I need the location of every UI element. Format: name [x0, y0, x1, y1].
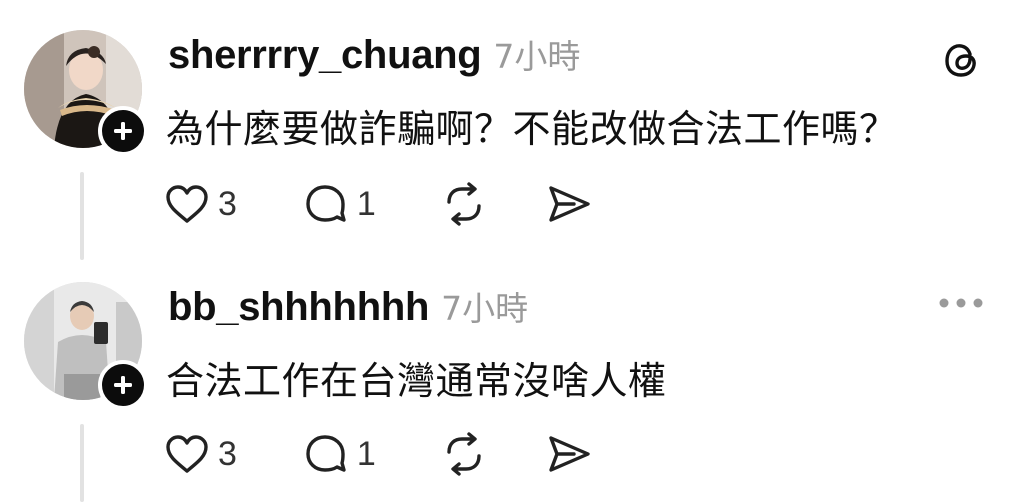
reply-count: 1 [356, 184, 376, 223]
post-1: sherrrry_chuang 7小時 為什麼要做詐騙啊？不能改做合法工作嗎？ … [0, 0, 1024, 260]
post-2: bb_shhhhhhh 7小時 合法工作在台灣通常沒啥人權 3 1 [0, 260, 1024, 502]
share-icon [549, 436, 590, 472]
share-button[interactable] [546, 430, 592, 478]
username[interactable]: bb_shhhhhhh [168, 285, 429, 330]
share-button[interactable] [546, 180, 592, 228]
follow-plus-button[interactable] [98, 360, 148, 410]
username[interactable]: sherrrry_chuang [168, 33, 482, 78]
plus-icon [114, 376, 132, 394]
timestamp: 7小時 [493, 37, 581, 76]
follow-plus-button[interactable] [98, 106, 148, 156]
more-options-icon[interactable] [936, 288, 986, 318]
threads-reply-list: sherrrry_chuang 7小時 為什麼要做詐騙啊？不能改做合法工作嗎？ … [0, 0, 1024, 502]
like-count: 3 [218, 184, 237, 223]
plus-icon [114, 122, 132, 140]
timestamp: 7小時 [441, 289, 529, 328]
repost-icon [447, 432, 481, 476]
action-bar: 3 1 [164, 430, 592, 478]
post-header: sherrrry_chuang 7小時 [168, 30, 580, 78]
threads-logo-icon[interactable] [940, 38, 984, 82]
heart-icon [166, 185, 208, 223]
post-header: bb_shhhhhhh 7小時 [168, 282, 528, 330]
share-icon [549, 186, 590, 222]
reply-button[interactable]: 1 [303, 180, 376, 228]
repost-icon [447, 182, 481, 226]
reply-button[interactable]: 1 [303, 430, 376, 478]
heart-icon [166, 435, 208, 473]
like-count: 3 [218, 434, 237, 473]
repost-button[interactable] [440, 180, 488, 228]
repost-button[interactable] [440, 430, 488, 478]
thread-line [80, 424, 84, 502]
comment-icon [306, 185, 346, 222]
reply-count: 1 [356, 434, 376, 473]
post-text: 合法工作在台灣通常沒啥人權 [166, 359, 667, 403]
like-button[interactable]: 3 [164, 180, 237, 228]
post-text: 為什麼要做詐騙啊？不能改做合法工作嗎？ [166, 107, 898, 151]
comment-icon [306, 435, 346, 472]
thread-line [80, 172, 84, 260]
action-bar: 3 1 [164, 180, 592, 228]
like-button[interactable]: 3 [164, 430, 237, 478]
